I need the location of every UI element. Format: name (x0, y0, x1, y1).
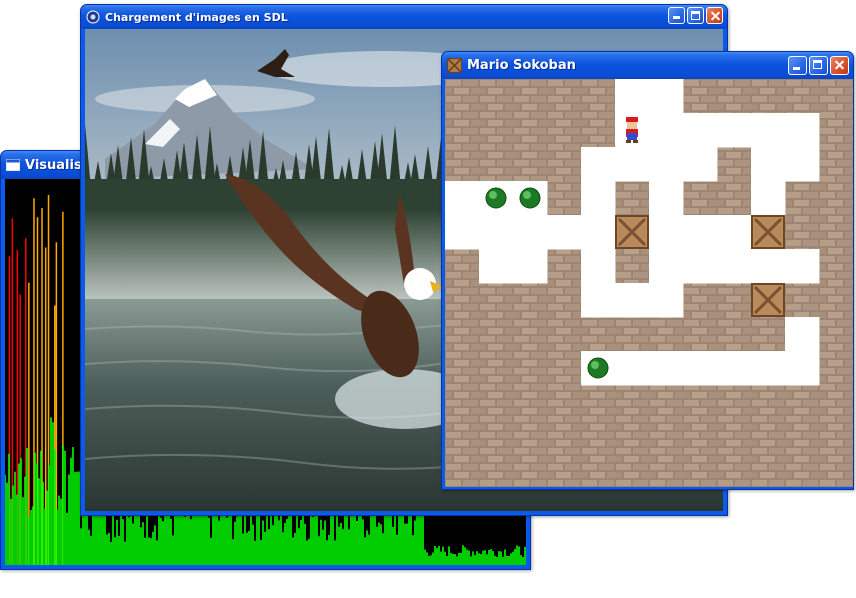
floor-cell (649, 283, 684, 318)
close-button[interactable] (830, 56, 849, 75)
floor-cell (649, 215, 684, 250)
floor-cell (547, 215, 582, 250)
window-icon (6, 159, 20, 171)
floor-cell (649, 351, 684, 386)
floor-cell (717, 249, 752, 284)
floor-cell (479, 215, 514, 250)
mario-player (626, 117, 638, 143)
sokoban-board[interactable] (445, 79, 853, 487)
crate (751, 283, 785, 317)
floor-cell (717, 215, 752, 250)
floor-cell (445, 215, 480, 250)
floor-cell (683, 113, 718, 148)
sdl-loader-titlebar[interactable]: Chargement d'images en SDL (81, 5, 727, 29)
floor-cell (751, 181, 786, 216)
floor-cell (581, 147, 616, 182)
floor-cell (751, 113, 786, 148)
goal-marker (485, 187, 507, 209)
floor-cell (445, 181, 480, 216)
floor-cell (581, 283, 616, 318)
maximize-button[interactable] (687, 7, 704, 24)
floor-cell (615, 79, 650, 114)
maximize-button[interactable] (809, 56, 828, 75)
floor-cell (649, 147, 684, 182)
floor-cell (615, 283, 650, 318)
floor-cell (785, 351, 820, 386)
floor-cell (683, 351, 718, 386)
floor-cell (717, 113, 752, 148)
floor-cell (785, 249, 820, 284)
floor-cell (649, 249, 684, 284)
sokoban-grid (445, 79, 853, 487)
goal-marker (519, 187, 541, 209)
floor-cell (649, 79, 684, 114)
floor-cell (479, 249, 514, 284)
floor-cell (683, 147, 718, 182)
floor-cell (513, 249, 548, 284)
close-button[interactable] (706, 7, 723, 24)
sdl-app-icon (86, 10, 100, 24)
floor-cell (717, 351, 752, 386)
floor-cell (615, 351, 650, 386)
crate (751, 215, 785, 249)
floor-cell (683, 215, 718, 250)
floor-cell (785, 147, 820, 182)
floor-cell (513, 215, 548, 250)
sdl-loader-title: Chargement d'images en SDL (105, 10, 288, 24)
floor-cell (581, 215, 616, 250)
sokoban-window[interactable]: Mario Sokoban (441, 51, 854, 490)
floor-cell (581, 249, 616, 284)
floor-cell (751, 351, 786, 386)
floor-cell (751, 249, 786, 284)
floor-cell (751, 147, 786, 182)
sokoban-title: Mario Sokoban (467, 58, 576, 73)
crate (615, 215, 649, 249)
floor-cell (581, 181, 616, 216)
floor-cell (785, 113, 820, 148)
sokoban-titlebar[interactable]: Mario Sokoban (442, 52, 853, 79)
minimize-button[interactable] (788, 56, 807, 75)
floor-cell (649, 181, 684, 216)
floor-cell (615, 147, 650, 182)
crate-icon (447, 58, 462, 73)
floor-cell (649, 113, 684, 148)
goal-marker (587, 357, 609, 379)
floor-cell (683, 249, 718, 284)
minimize-button[interactable] (668, 7, 685, 24)
floor-cell (785, 317, 820, 352)
